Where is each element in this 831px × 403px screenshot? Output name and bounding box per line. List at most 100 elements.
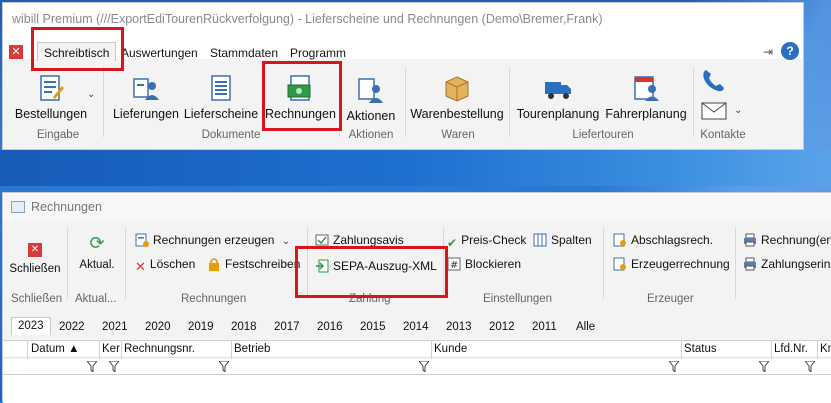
tab-2022[interactable]: 2022 [59,321,85,333]
filter-icon[interactable] [805,361,815,372]
tourenplanung-button[interactable]: Tourenplanung [515,73,601,121]
zahlungsavis-label: Zahlungsavis [333,233,404,247]
rechnungen-drucken-button[interactable]: Rechnung(en [743,233,831,247]
festschreiben-button[interactable]: Festschreiben [207,257,300,271]
help-icon[interactable]: ? [781,42,799,60]
separator [125,227,126,299]
filter-icon[interactable] [219,361,229,372]
aktionen-label: Aktionen [346,109,396,123]
group-erzeuger: Erzeuger [647,293,694,305]
column-datum[interactable]: Datum ▲ [31,343,79,355]
printer-icon [743,233,757,247]
erzeugerrechnung-label: Erzeugerrechnung [631,257,730,271]
zahlungsavis-button[interactable]: Zahlungsavis [315,233,404,247]
grid-body [3,375,831,403]
tab-2023[interactable]: 2023 [11,317,51,335]
close-icon[interactable]: ✕ [9,45,23,59]
loeschen-label: Löschen [149,257,196,271]
rechnungen-window: Rechnungen ✕ Schließen Schließen ⟳ Aktua… [2,192,831,403]
chevron-down-icon[interactable]: ⌄ [87,89,95,100]
group-liefertouren: Liefertouren [572,129,634,141]
preis-check-button[interactable]: ✔ Preis-Check [447,233,526,250]
spalten-button[interactable]: Spalten [533,233,592,247]
filter-icon[interactable] [419,361,429,372]
separator [67,227,68,299]
aktualisieren-button[interactable]: ⟳ Aktual. [73,233,121,271]
group-schliessen: Schließen [11,293,63,305]
column-lfdnr[interactable]: Lfd.Nr. [774,343,808,355]
filter-icon[interactable] [669,361,679,372]
aktionen-button[interactable]: Aktionen [341,75,401,123]
group-aktual: Aktual... [75,293,117,305]
aktual-label: Aktual. [79,259,115,271]
blockieren-button[interactable]: # Blockieren [447,257,521,271]
separator [103,67,104,137]
blockieren-label: Blockieren [465,257,522,271]
tab-2013[interactable]: 2013 [446,321,472,333]
separator [509,67,510,137]
tab-2020[interactable]: 2020 [145,321,171,333]
schliessen-label: Schließen [9,263,61,275]
tab-2021[interactable]: 2021 [102,321,128,333]
pin-icon[interactable]: ⇥ [763,45,773,59]
group-eingabe: Eingabe [36,129,80,141]
column-ker[interactable]: Ker [102,343,120,355]
fahrerplanung-button[interactable]: Fahrerplanung [603,73,689,121]
rechnungen-window-title: Rechnungen [31,200,102,214]
filter-icon[interactable] [109,361,119,372]
grid-header: Datum ▲ Ker Rechnungsnr. Betrieb Kunde S… [3,340,831,376]
column-kunde[interactable]: Kunde [434,343,467,355]
warenbestellung-label: Warenbestellung [410,107,504,121]
abschlagsrech-button[interactable]: Abschlagsrech. [613,233,713,247]
erzeugerrechnung-button[interactable]: Erzeugerrechnung [613,257,730,271]
chevron-down-icon: ⌄ [281,236,291,247]
tourenplanung-label: Tourenplanung [516,107,600,121]
preis-check-label: Preis-Check [461,233,527,247]
menu-stammdaten[interactable]: Stammdaten [210,46,278,60]
partial-invoice-icon [613,233,627,247]
tab-alle[interactable]: Alle [576,321,595,333]
tab-2015[interactable]: 2015 [360,321,386,333]
tab-2011[interactable]: 2011 [532,321,557,333]
schliessen-button[interactable]: ✕ Schließen [7,243,63,275]
main-window: wibill Premium (///ExportEdiTourenRückve… [2,2,804,150]
block-hash-icon: # [447,257,461,271]
tab-2012[interactable]: 2012 [489,321,515,333]
tab-2017[interactable]: 2017 [274,321,300,333]
chevron-down-icon[interactable]: ⌄ [734,105,742,116]
filter-icon[interactable] [87,361,97,372]
rechnung-en-label: Rechnung(en [761,233,831,247]
lieferscheine-button[interactable]: Lieferscheine [183,73,259,121]
lieferungen-label: Lieferungen [112,107,180,121]
column-status[interactable]: Status [684,343,717,355]
column-rechnungsnr[interactable]: Rechnungsnr. [124,343,195,355]
column-betrieb[interactable]: Betrieb [234,343,270,355]
menu-programm[interactable]: Programm [290,46,346,60]
create-invoice-icon [135,233,149,247]
ribbon-schreibtisch: Bestellungen ⌄ Eingabe Lieferungen Liefe… [3,61,803,145]
filter-icon[interactable] [759,361,769,372]
driver-schedule-icon [631,73,661,103]
column-kn[interactable]: Kn [820,343,831,355]
truck-icon [543,73,573,103]
tab-2014[interactable]: 2014 [403,321,429,333]
tab-2018[interactable]: 2018 [231,321,257,333]
svg-text:#: # [450,260,458,271]
zahlungserinnerung-button[interactable]: Zahlungserin [743,257,830,271]
phone-icon[interactable] [700,67,728,96]
loeschen-button[interactable]: ✕ Löschen [135,257,196,274]
lieferungen-button[interactable]: Lieferungen [111,73,181,121]
tab-2016[interactable]: 2016 [317,321,343,333]
warenbestellung-button[interactable]: Warenbestellung [409,73,505,121]
order-form-icon [36,73,66,103]
refresh-icon: ⟳ [89,233,105,253]
menu-auswertungen[interactable]: Auswertungen [121,46,198,60]
mail-icon[interactable] [701,101,727,124]
rechnungen-erzeugen-button[interactable]: Rechnungen erzeugen ⌄ [135,233,290,247]
tab-2019[interactable]: 2019 [188,321,214,333]
lieferscheine-label: Lieferscheine [183,107,259,121]
payment-advice-icon [315,233,329,247]
bestellungen-button[interactable]: Bestellungen [11,73,91,121]
printer-icon [743,257,757,271]
festschreiben-label: Festschreiben [225,257,301,271]
